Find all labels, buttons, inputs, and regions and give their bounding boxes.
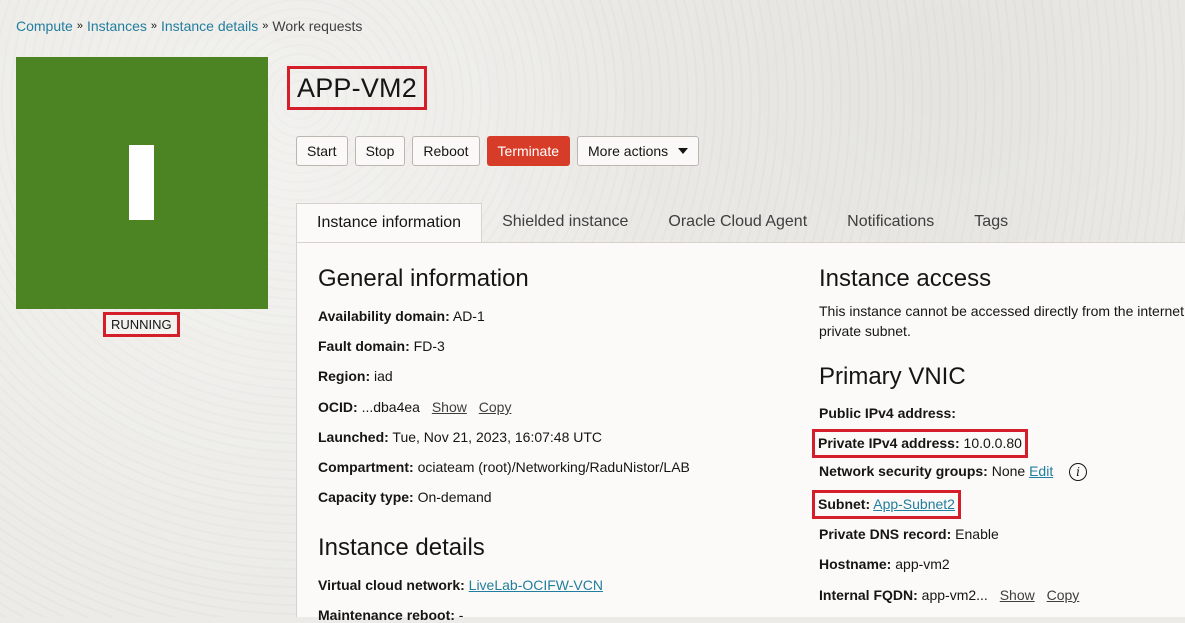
instance-access-text: This instance cannot be accessed directl… — [819, 303, 1184, 339]
tab-bar: Instance information Shielded instance O… — [296, 203, 1185, 242]
primary-vnic-heading: Primary VNIC — [819, 363, 966, 390]
ocid-show-link[interactable]: Show — [432, 399, 467, 415]
general-information-heading: General information — [318, 265, 529, 292]
compartment-label: Compartment: — [318, 459, 414, 475]
instance-letter-icon — [129, 145, 154, 220]
nsg-value: None — [991, 463, 1026, 479]
tab-instance-information[interactable]: Instance information — [296, 203, 483, 242]
private-dns-label: Private DNS record: — [819, 526, 952, 542]
public-ip-row: Public IPv4 address: — [819, 405, 956, 421]
hostname-row: Hostname: app-vm2 — [819, 556, 950, 572]
capacity-type-label: Capacity type: — [318, 489, 414, 505]
fqdn-label: Internal FQDN: — [819, 587, 918, 603]
chevron-right-icon: » — [76, 20, 83, 32]
subnet-label: Subnet: — [818, 496, 871, 512]
more-actions-label: More actions — [588, 143, 669, 159]
launched-value: Tue, Nov 21, 2023, 16:07:48 UTC — [392, 429, 603, 445]
hostname-label: Hostname: — [819, 556, 892, 572]
capacity-type-row: Capacity type: On-demand — [318, 489, 492, 505]
vcn-row: Virtual cloud network: LiveLab-OCIFW-VCN — [318, 577, 603, 593]
start-button[interactable]: Start — [296, 136, 348, 166]
subnet-link[interactable]: App-Subnet2 — [873, 496, 955, 512]
more-actions-button[interactable]: More actions — [577, 136, 700, 166]
subnet-row: Subnet: App-Subnet2 — [812, 490, 961, 519]
instance-status-tile — [16, 57, 268, 309]
nsg-row: Network security groups: None Edit i — [819, 463, 1088, 482]
vcn-link[interactable]: LiveLab-OCIFW-VCN — [469, 577, 603, 593]
fqdn-show-link[interactable]: Show — [1000, 587, 1035, 603]
stop-button[interactable]: Stop — [354, 136, 406, 166]
nsg-edit-link[interactable]: Edit — [1029, 463, 1053, 479]
breadcrumb-instance-details[interactable]: Instance details — [161, 18, 258, 34]
ocid-label: OCID: — [318, 399, 358, 415]
instance-access-heading: Instance access — [819, 265, 992, 292]
maintenance-reboot-label: Maintenance reboot: — [318, 607, 455, 623]
tab-oracle-cloud-agent[interactable]: Oracle Cloud Agent — [648, 203, 827, 242]
availability-domain-value: AD-1 — [452, 308, 485, 324]
private-dns-value: Enable — [955, 526, 999, 542]
availability-domain-label: Availability domain: — [318, 308, 450, 324]
private-ip-value: 10.0.0.80 — [963, 435, 1022, 451]
private-dns-row: Private DNS record: Enable — [819, 526, 999, 542]
region-label: Region: — [318, 368, 371, 384]
tab-tags[interactable]: Tags — [954, 203, 1028, 242]
nsg-label: Network security groups: — [819, 463, 988, 479]
capacity-type-value: On-demand — [417, 489, 492, 505]
public-ip-label: Public IPv4 address: — [819, 405, 956, 421]
tab-shielded-instance[interactable]: Shielded instance — [482, 203, 648, 242]
page-title-box: APP-VM2 — [287, 66, 427, 110]
ocid-value: ...dba4ea — [361, 399, 420, 415]
hostname-value: app-vm2 — [895, 556, 950, 572]
breadcrumb-compute[interactable]: Compute — [16, 18, 73, 34]
breadcrumb: Compute » Instances » Instance details »… — [16, 18, 362, 34]
ocid-row: OCID: ...dba4ea Show Copy — [318, 399, 511, 415]
reboot-button[interactable]: Reboot — [412, 136, 480, 166]
private-ip-label: Private IPv4 address: — [818, 435, 960, 451]
instance-details-heading: Instance details — [318, 534, 485, 561]
status-badge: RUNNING — [103, 312, 180, 337]
tab-notifications[interactable]: Notifications — [827, 203, 954, 242]
fqdn-row: Internal FQDN: app-vm2... Show Copy — [819, 587, 1079, 603]
fault-domain-value: FD-3 — [413, 338, 445, 354]
fqdn-value: app-vm2... — [921, 587, 988, 603]
chevron-right-icon: » — [150, 20, 157, 32]
breadcrumb-current: Work requests — [272, 18, 363, 34]
action-toolbar: Start Stop Reboot Terminate More actions — [296, 136, 700, 166]
page-title: APP-VM2 — [297, 72, 417, 103]
region-value: iad — [374, 368, 393, 384]
private-ip-row: Private IPv4 address: 10.0.0.80 — [812, 429, 1028, 458]
compartment-value: ociateam (root)/Networking/RaduNistor/LA… — [417, 459, 690, 475]
compartment-row: Compartment: ociateam (root)/Networking/… — [318, 459, 690, 475]
ocid-copy-link[interactable]: Copy — [479, 399, 512, 415]
caret-down-icon — [678, 148, 689, 154]
launched-label: Launched: — [318, 429, 389, 445]
chevron-right-icon: » — [262, 20, 269, 32]
fqdn-copy-link[interactable]: Copy — [1047, 587, 1080, 603]
maintenance-reboot-row: Maintenance reboot: - — [318, 607, 463, 623]
launched-row: Launched: Tue, Nov 21, 2023, 16:07:48 UT… — [318, 429, 602, 445]
region-row: Region: iad — [318, 368, 393, 384]
maintenance-reboot-value: - — [458, 607, 464, 623]
fault-domain-row: Fault domain: FD-3 — [318, 338, 445, 354]
info-icon[interactable]: i — [1069, 463, 1088, 482]
vcn-label: Virtual cloud network: — [318, 577, 465, 593]
tab-panel: General information Availability domain:… — [296, 242, 1185, 623]
availability-domain-row: Availability domain: AD-1 — [318, 308, 485, 324]
terminate-button[interactable]: Terminate — [486, 136, 571, 166]
fault-domain-label: Fault domain: — [318, 338, 410, 354]
breadcrumb-instances[interactable]: Instances — [87, 18, 147, 34]
